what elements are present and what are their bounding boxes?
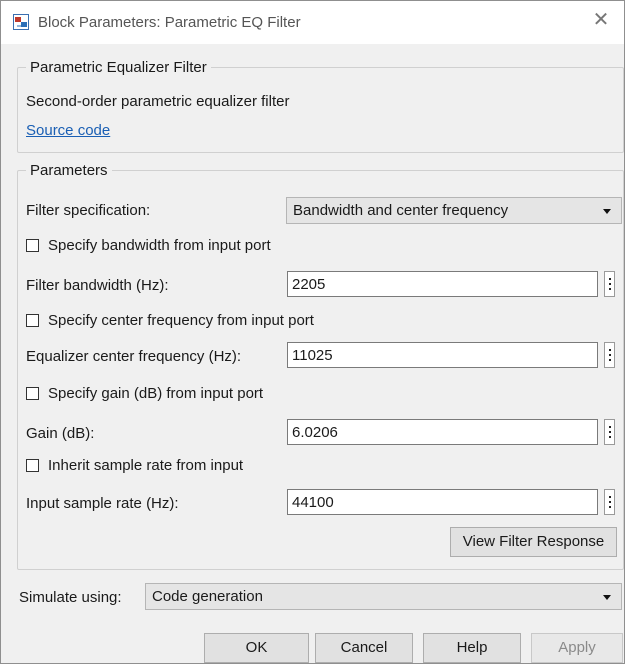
parameters-legend: Parameters [30, 162, 108, 179]
simulate-using-label: Simulate using: [19, 589, 122, 606]
checkbox-row-center[interactable]: Specify center frequency from input port [26, 312, 314, 329]
help-button[interactable]: Help [423, 633, 521, 663]
bandwidth-menu-icon[interactable] [604, 271, 615, 297]
center-port-checkbox[interactable] [26, 314, 39, 327]
simulink-block-icon [13, 14, 29, 30]
gain-label: Gain (dB): [26, 425, 95, 442]
center-port-label: Specify center frequency from input port [48, 312, 314, 329]
description-legend: Parametric Equalizer Filter [30, 59, 207, 76]
gain-input[interactable] [287, 419, 598, 445]
center-frequency-input[interactable] [287, 342, 598, 368]
chevron-down-icon [603, 595, 611, 600]
checkbox-row-inherit[interactable]: Inherit sample rate from input [26, 457, 243, 474]
center-frequency-menu-icon[interactable] [604, 342, 615, 368]
center-frequency-label: Equalizer center frequency (Hz): [26, 348, 242, 365]
cancel-button[interactable]: Cancel [315, 633, 413, 663]
filter-spec-value: Bandwidth and center frequency [293, 202, 509, 219]
dialog-window: Block Parameters: Parametric EQ Filter ✕… [0, 0, 625, 664]
checkbox-row-bandwidth[interactable]: Specify bandwidth from input port [26, 237, 271, 254]
sample-rate-label: Input sample rate (Hz): [26, 495, 179, 512]
bandwidth-label: Filter bandwidth (Hz): [26, 277, 169, 294]
inherit-rate-label: Inherit sample rate from input [48, 457, 244, 474]
close-icon[interactable]: ✕ [590, 9, 612, 31]
ok-button[interactable]: OK [204, 633, 309, 663]
gain-port-label: Specify gain (dB) from input port [48, 385, 264, 402]
title-bar: Block Parameters: Parametric EQ Filter ✕ [1, 1, 624, 44]
apply-button[interactable]: Apply [531, 633, 623, 663]
window-title: Block Parameters: Parametric EQ Filter [38, 14, 301, 31]
filter-spec-dropdown[interactable]: Bandwidth and center frequency [286, 197, 622, 224]
view-filter-response-button[interactable]: View Filter Response [450, 527, 617, 557]
inherit-rate-checkbox[interactable] [26, 459, 39, 472]
block-description: Second-order parametric equalizer filter [26, 93, 290, 110]
chevron-down-icon [603, 209, 611, 214]
checkbox-row-gain[interactable]: Specify gain (dB) from input port [26, 385, 263, 402]
source-code-link[interactable]: Source code [26, 122, 110, 139]
simulate-using-value: Code generation [152, 588, 263, 605]
gain-menu-icon[interactable] [604, 419, 615, 445]
gain-port-checkbox[interactable] [26, 387, 39, 400]
sample-rate-input[interactable] [287, 489, 598, 515]
filter-spec-label: Filter specification: [26, 202, 151, 219]
bandwidth-port-checkbox[interactable] [26, 239, 39, 252]
bandwidth-input[interactable] [287, 271, 598, 297]
simulate-using-dropdown[interactable]: Code generation [145, 583, 622, 610]
sample-rate-menu-icon[interactable] [604, 489, 615, 515]
bandwidth-port-label: Specify bandwidth from input port [48, 237, 271, 254]
